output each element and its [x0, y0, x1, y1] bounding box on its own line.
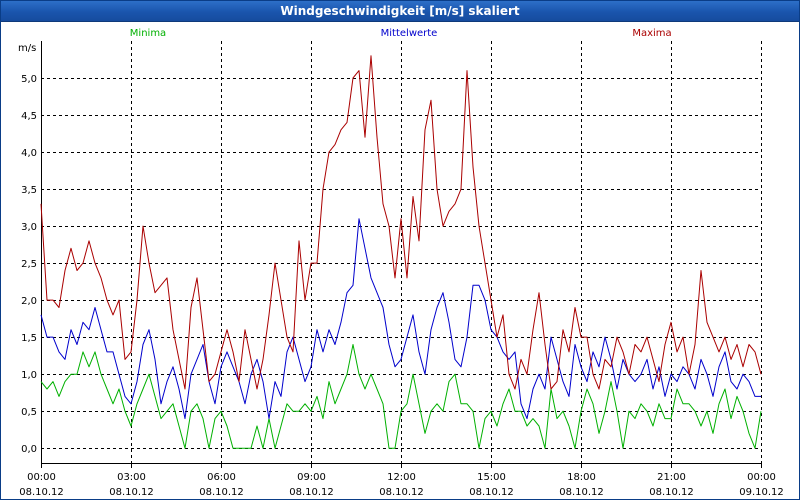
y-tick-label: 3,0 — [21, 222, 37, 233]
y-axis-unit-label: m/s — [18, 43, 36, 54]
legend-item-maxima: Maxima — [632, 28, 671, 39]
y-tick-label: 1,0 — [21, 370, 37, 381]
legend-item-mittelwerte: Mittelwerte — [381, 28, 438, 39]
x-tick-date: 08.10.12 — [199, 487, 244, 498]
y-tick-label: 4,5 — [21, 111, 37, 122]
y-tick-label: 2,5 — [21, 259, 37, 270]
y-tick-label: 1,5 — [21, 333, 37, 344]
x-tick-date: 08.10.12 — [379, 487, 424, 498]
x-tick-date: 09.10.12 — [739, 487, 784, 498]
y-tick-label: 5,0 — [21, 74, 37, 85]
wind-speed-chart: 0,0 0,5 1,0 1,5 2,0 2,5 3,0 3,5 4,0 4,5 5,0 00:00 08… — [18, 28, 784, 498]
y-tick-label: 2,0 — [21, 296, 37, 307]
x-tick-time: 12:00 — [387, 472, 416, 483]
x-tick-time: 15:00 — [477, 472, 506, 483]
x-tick-date: 08.10.12 — [469, 487, 514, 498]
tick-labels: 0,0 0,5 1,0 1,5 2,0 2,5 3,0 3,5 4,0 4,5 5,0 00:00 08… — [18, 43, 784, 498]
legend-item-minima: Minima — [130, 28, 166, 39]
x-tick-time: 18:00 — [567, 472, 596, 483]
x-tick-time: 00:00 — [27, 472, 56, 483]
grid — [41, 41, 761, 463]
series-line-maxima — [40, 55, 762, 390]
x-tick-date: 08.10.12 — [649, 487, 694, 498]
chart-window: Windgeschwindigkeit [m/s] skaliert 0,0 0,… — [0, 0, 800, 500]
x-tick-date: 08.10.12 — [19, 487, 64, 498]
y-tick-label: 3,5 — [21, 185, 37, 196]
x-tick-time: 09:00 — [297, 472, 326, 483]
y-tick-label: 4,0 — [21, 148, 37, 159]
y-tick-label: 0,0 — [21, 444, 37, 455]
x-tick-time: 06:00 — [207, 472, 236, 483]
x-tick-date: 08.10.12 — [109, 487, 154, 498]
x-tick-date: 08.10.12 — [559, 487, 604, 498]
legend: Minima Mittelwerte Maxima — [130, 28, 672, 39]
x-tick-date: 08.10.12 — [289, 487, 334, 498]
x-tick-time: 21:00 — [657, 472, 686, 483]
x-tick-time: 03:00 — [117, 472, 146, 483]
y-tick-label: 0,5 — [21, 407, 37, 418]
x-tick-time: 00:00 — [747, 472, 776, 483]
